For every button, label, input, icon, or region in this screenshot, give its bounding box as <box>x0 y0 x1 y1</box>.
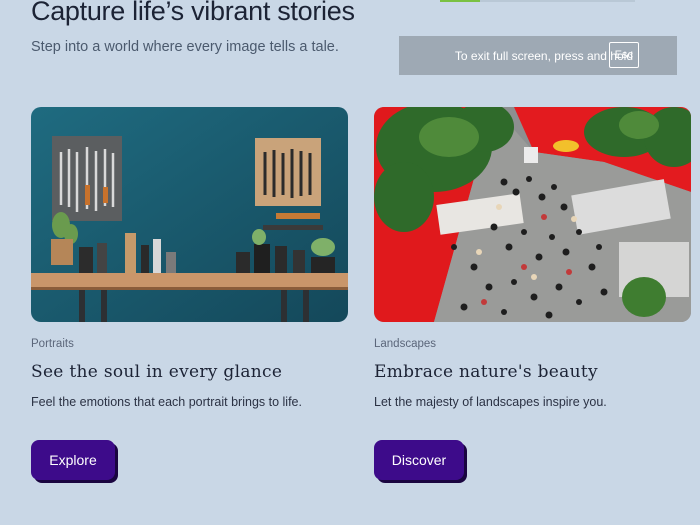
crowd-photo <box>374 107 691 322</box>
explore-button[interactable]: Explore <box>31 440 115 480</box>
hero-subtitle: Step into a world where every image tell… <box>31 39 339 55</box>
card-category: Portraits <box>31 338 74 350</box>
card-landscapes: Landscapes Embrace nature's beauty Let t… <box>374 107 691 480</box>
top-accent-green <box>440 0 480 2</box>
workshop-photo <box>31 107 348 322</box>
card-description: Let the majesty of landscapes inspire yo… <box>374 395 607 409</box>
card-portraits: Portraits See the soul in every glance F… <box>31 107 348 480</box>
card-image-workshop <box>31 107 348 322</box>
fullscreen-exit-toast: To exit full screen, press and hold Esc <box>399 36 677 75</box>
fullscreen-toast-message: To exit full screen, press and hold <box>454 48 633 63</box>
top-accent-bar <box>440 0 635 2</box>
card-title: See the soul in every glance <box>31 362 283 382</box>
page: Capture life’s vibrant stories Step into… <box>0 0 700 525</box>
card-description: Feel the emotions that each portrait bri… <box>31 395 302 409</box>
discover-button[interactable]: Discover <box>374 440 464 480</box>
card-image-crowd <box>374 107 691 322</box>
esc-key-badge: Esc <box>608 42 639 68</box>
hero-title: Capture life’s vibrant stories <box>31 0 355 26</box>
card-title: Embrace nature's beauty <box>374 362 598 382</box>
card-category: Landscapes <box>374 338 437 350</box>
